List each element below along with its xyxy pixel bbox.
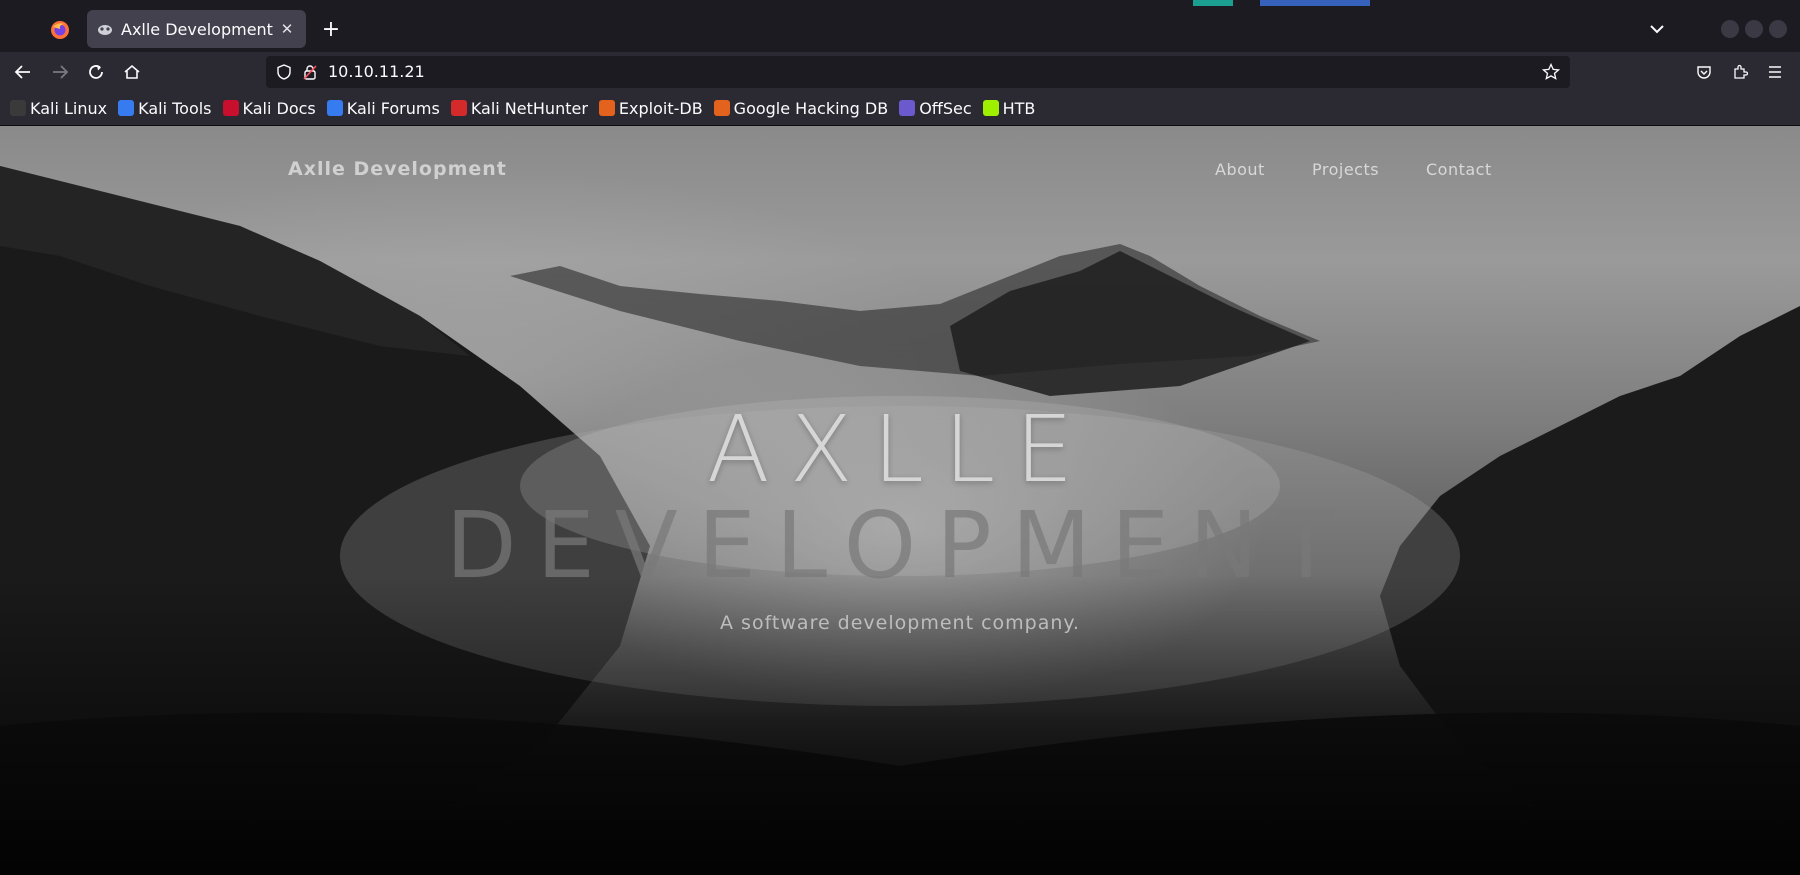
bookmark-google-hacking-db[interactable]: Google Hacking DB <box>713 98 889 118</box>
bookmarks-toolbar: Kali Linux Kali Tools Kali Docs Kali Forums… <box>0 91 1800 126</box>
kali-docs-icon <box>222 100 239 116</box>
offsec-icon <box>899 100 916 116</box>
tab-strip: Axlle Development ✕ + <box>0 0 1800 52</box>
bookmark-star-icon[interactable] <box>1541 62 1561 81</box>
navigation-toolbar: 10.10.11.21 <box>0 52 1800 91</box>
hamburger-menu-icon[interactable] <box>1763 60 1787 84</box>
bookmark-label: HTB <box>1002 98 1036 118</box>
nethunter-icon <box>450 100 467 116</box>
bookmark-kali-docs[interactable]: Kali Docs <box>222 98 316 118</box>
bookmark-exploit-db[interactable]: Exploit-DB <box>598 98 703 118</box>
hero-heading-line-2: DEVELOPMENT <box>445 492 1355 599</box>
chevron-down-icon[interactable] <box>1646 18 1668 40</box>
bookmark-kali-linux[interactable]: Kali Linux <box>10 99 107 118</box>
bookmark-kali-tools[interactable]: Kali Tools <box>118 98 212 118</box>
kali-forums-icon <box>326 100 343 116</box>
web-page-content: Axlle Development About Projects Contact… <box>0 126 1800 875</box>
bookmark-label: Kali Linux <box>30 98 108 118</box>
forward-arrow-icon[interactable] <box>48 60 72 84</box>
home-icon[interactable] <box>120 60 144 84</box>
nav-link-projects[interactable]: Projects <box>1312 160 1379 179</box>
bookmark-offsec[interactable]: OffSec <box>899 98 972 118</box>
exploit-db-icon <box>598 100 615 116</box>
url-text[interactable]: 10.10.11.21 <box>328 62 425 81</box>
close-window-button[interactable] <box>1769 20 1787 38</box>
maximize-button[interactable] <box>1745 20 1763 38</box>
bookmark-label: Kali Forums <box>346 98 440 118</box>
lock-insecure-icon[interactable] <box>302 64 318 80</box>
bookmark-kali-nethunter[interactable]: Kali NetHunter <box>450 98 588 118</box>
firefox-icon[interactable] <box>48 18 72 42</box>
tab-axlle-development[interactable]: Axlle Development ✕ <box>87 10 306 48</box>
bookmark-label: Kali Docs <box>242 98 316 118</box>
bookmark-htb[interactable]: HTB <box>982 98 1036 118</box>
bookmark-kali-forums[interactable]: Kali Forums <box>326 98 440 118</box>
minimize-button[interactable] <box>1721 20 1739 38</box>
shield-icon[interactable] <box>276 64 292 80</box>
system-activity-graph <box>1193 0 1233 6</box>
bookmark-label: Google Hacking DB <box>733 98 889 118</box>
kali-dragon-icon <box>10 100 26 116</box>
url-bar[interactable]: 10.10.11.21 <box>266 56 1570 88</box>
bookmark-label: Kali Tools <box>138 98 212 118</box>
close-tab-icon[interactable]: ✕ <box>278 20 296 38</box>
new-tab-button[interactable]: + <box>318 16 344 42</box>
bookmark-label: Kali NetHunter <box>470 98 588 118</box>
ghdb-icon <box>713 100 730 116</box>
tab-title: Axlle Development <box>121 19 273 39</box>
reload-icon[interactable] <box>84 60 108 84</box>
nav-link-contact[interactable]: Contact <box>1426 160 1492 179</box>
nav-link-about[interactable]: About <box>1215 160 1265 179</box>
hero-heading-line-1: AXLLE <box>706 396 1094 503</box>
system-activity-graph-2 <box>1260 0 1370 6</box>
bookmark-label: OffSec <box>919 98 972 118</box>
bookmark-label: Exploit-DB <box>618 98 703 118</box>
back-arrow-icon[interactable] <box>11 60 35 84</box>
extensions-icon[interactable] <box>1728 60 1752 84</box>
pocket-icon[interactable] <box>1692 60 1716 84</box>
hero-tagline: A software development company. <box>720 612 1080 634</box>
site-brand-logo[interactable]: Axlle Development <box>288 158 507 180</box>
tab-favicon-icon <box>97 21 113 37</box>
kali-tools-icon <box>118 100 135 116</box>
htb-cube-icon <box>982 100 999 116</box>
